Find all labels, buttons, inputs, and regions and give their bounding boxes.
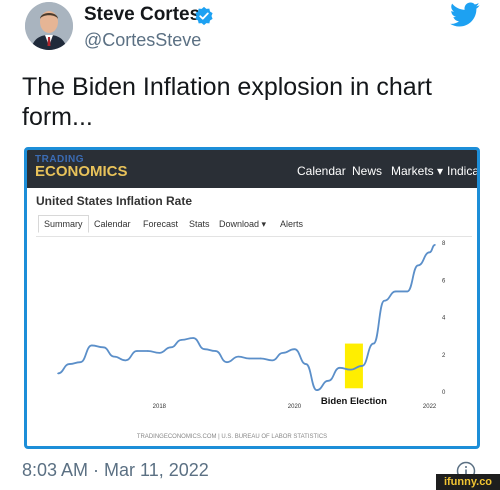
y-tick-label: 6 bbox=[442, 278, 446, 284]
data-point bbox=[361, 365, 363, 367]
series-line bbox=[57, 243, 436, 392]
te-tab-alerts: Alerts bbox=[280, 219, 304, 229]
data-point bbox=[226, 361, 228, 363]
data-point bbox=[395, 290, 397, 293]
y-tick-label: 0 bbox=[442, 390, 446, 396]
data-point bbox=[338, 366, 341, 369]
avatar-image bbox=[25, 2, 73, 50]
te-nav-calendar: Calendar bbox=[297, 164, 346, 178]
te-nav-indicators: Indica bbox=[447, 164, 480, 178]
data-point bbox=[372, 342, 375, 345]
data-point bbox=[327, 380, 330, 382]
data-point bbox=[102, 346, 105, 349]
te-tab-bar: Summary Calendar Forecast Stats Download… bbox=[36, 212, 472, 237]
data-point bbox=[113, 355, 115, 358]
data-point bbox=[271, 359, 273, 362]
data-point bbox=[68, 363, 71, 365]
author-handle[interactable]: @CortesSteve bbox=[84, 30, 201, 51]
data-point bbox=[315, 389, 318, 391]
data-point bbox=[259, 357, 262, 360]
chart-image-card[interactable]: TRADING ECONOMICS Calendar News Markets … bbox=[24, 147, 480, 449]
inflation-line-chart: 0 2 4 6 8 2018 2020 2022 Biden Election TRADIN… bbox=[57, 241, 446, 440]
author-name[interactable]: Steve Cortes bbox=[84, 4, 200, 26]
data-point bbox=[147, 350, 149, 352]
source-credit: TRADINGECONOMICS.COM | U.S. BUREAU OF LA… bbox=[137, 434, 327, 440]
data-point bbox=[180, 339, 183, 341]
twitter-bird-icon[interactable] bbox=[450, 2, 480, 28]
te-tab-summary: Summary bbox=[38, 215, 89, 233]
data-point bbox=[90, 344, 93, 347]
data-point bbox=[406, 290, 409, 293]
y-tick-label: 2 bbox=[442, 353, 446, 359]
data-point bbox=[383, 299, 386, 302]
data-point bbox=[214, 350, 217, 352]
te-tab-forecast: Forecast bbox=[143, 219, 179, 229]
x-tick-label: 2018 bbox=[153, 404, 167, 410]
data-point bbox=[79, 361, 82, 363]
te-chart-panel: United States Inflation Rate Summary Cal… bbox=[32, 194, 473, 444]
te-tab-download: Download ▾ bbox=[219, 219, 267, 229]
verified-badge-icon bbox=[195, 6, 213, 26]
biden-election-label: Biden Election bbox=[321, 396, 387, 407]
data-point bbox=[417, 264, 419, 267]
data-point bbox=[136, 350, 138, 352]
x-tick-label: 2022 bbox=[423, 404, 437, 410]
data-point bbox=[282, 352, 284, 354]
te-chart-title: United States Inflation Rate bbox=[36, 194, 193, 208]
data-point bbox=[124, 359, 127, 362]
x-tick-label: 2020 bbox=[288, 404, 302, 410]
data-point bbox=[170, 346, 172, 349]
data-point bbox=[305, 363, 307, 365]
data-point bbox=[434, 244, 436, 246]
y-tick-label: 4 bbox=[442, 316, 446, 322]
te-nav-news: News bbox=[352, 164, 383, 178]
te-tab-calendar: Calendar bbox=[94, 219, 131, 229]
data-point bbox=[158, 352, 161, 354]
data-point bbox=[248, 357, 251, 360]
te-navbar: TRADING ECONOMICS Calendar News Markets … bbox=[27, 150, 477, 188]
data-point bbox=[237, 355, 240, 358]
data-point bbox=[349, 368, 352, 371]
te-nav-markets: Markets ▾ bbox=[391, 164, 444, 178]
te-tab-stats: Stats bbox=[189, 219, 210, 229]
tweet-text: The Biden Inflation explosion in chart f… bbox=[22, 73, 432, 131]
author-avatar[interactable] bbox=[25, 2, 73, 50]
ifunny-watermark: ifunny.co bbox=[436, 474, 500, 490]
y-tick-label: 8 bbox=[442, 241, 446, 247]
data-point bbox=[192, 337, 194, 339]
te-logo: ECONOMICS bbox=[35, 163, 128, 180]
data-point bbox=[57, 372, 59, 375]
tweet-timestamp[interactable]: 8:03 AM · Mar 11, 2022 bbox=[22, 460, 209, 481]
data-point bbox=[293, 348, 296, 350]
data-point bbox=[203, 348, 206, 350]
data-point bbox=[428, 251, 431, 254]
